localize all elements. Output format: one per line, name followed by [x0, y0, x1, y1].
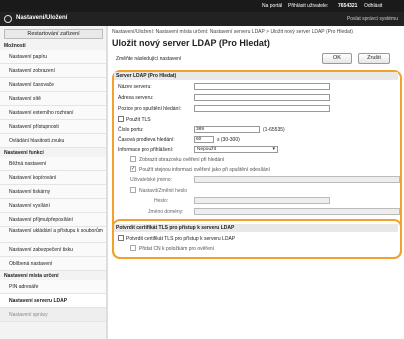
confirm-screen-label: Zobrazit obrazovku ověření při hledání [139, 157, 225, 163]
auth-select[interactable]: Nepoužít ▾ [194, 146, 278, 153]
user-id: 7654321 [338, 3, 358, 9]
sidebar-item-printer[interactable]: Nastavení tiskárny [0, 185, 107, 199]
port-input[interactable]: 389 [194, 126, 260, 133]
chevron-down-icon: ▾ [272, 146, 275, 152]
sidebar: Restartování zařízení Možnosti Nastavení… [0, 26, 108, 339]
section-cert: Potvrdit certifikát TLS pro přístup k se… [114, 224, 398, 232]
sidebar-item-pin[interactable]: PIN adresáře [0, 280, 107, 294]
add-cn-label: Přidat CN k položkám pro ověření [139, 246, 215, 252]
top-bar: Na portál Přihlásit uživatele: 7654321 O… [0, 0, 404, 12]
sidebar-item-secure-print[interactable]: Nastavení zabezpečení tisku [0, 243, 107, 257]
sidebar-item-receive-forward[interactable]: Nastavení příjmu/přeposílání [0, 213, 107, 227]
sidebar-item-common[interactable]: Běžná nastavení [0, 157, 107, 171]
domain-input[interactable] [194, 208, 400, 215]
server-name-input[interactable] [194, 83, 330, 90]
add-cn-checkbox[interactable] [130, 245, 136, 251]
settings-logo-icon [4, 15, 12, 23]
server-address-input[interactable] [194, 94, 330, 101]
sidebar-item-accessibility[interactable]: Nastavení přístupnosti [0, 120, 107, 134]
section-ldap-server: Server LDAP (Pro Hledat) [114, 72, 398, 80]
sidebar-item-display[interactable]: Nastavení zobrazení [0, 64, 107, 78]
auth-select-value: Nepoužít [197, 147, 217, 152]
sidebar-item-paper[interactable]: Nastavení papíru [0, 50, 107, 64]
search-start-label: Pozice pro spuštění hledání: [118, 106, 182, 112]
sidebar-item-store-access[interactable]: Nastavení ukládání a přístupu k souborům [0, 227, 107, 243]
app-title: Nastavení/Uložení [16, 15, 68, 21]
server-name-label: Název serveru: [118, 84, 152, 90]
logout-link[interactable]: Odhlásit [364, 3, 382, 9]
portal-link[interactable]: Na portál [262, 3, 282, 9]
set-password-checkbox[interactable] [130, 187, 136, 193]
sidebar-item-ldap[interactable]: Nastavení serveru LDAP [0, 294, 107, 308]
cancel-button[interactable]: Zrušit [358, 53, 390, 64]
hint-text: Změňte následující nastavení [116, 56, 182, 62]
timeout-label: Časová prodleva hledání: [118, 137, 175, 143]
sidebar-item-favorites[interactable]: Oblíbená nastavení [0, 257, 107, 271]
sidebar-item-timer[interactable]: Nastavení časovače [0, 78, 107, 92]
port-range: (1-65535) [263, 127, 285, 133]
sidebar-scrollbar[interactable] [106, 26, 108, 339]
login-label: Přihlásit uživatele: [288, 3, 329, 9]
password-input[interactable] [194, 197, 330, 204]
sidebar-item-external-interface[interactable]: Nastavení externího rozhraní [0, 106, 107, 120]
username-label: Uživatelské jméno: [130, 177, 172, 183]
confirm-tls-cert-label: Potvrdit certifikát TLS pro přístup k se… [126, 236, 236, 242]
auth-label: Informace pro přihlášení: [118, 147, 174, 153]
port-label: Číslo portu: [118, 127, 144, 133]
sidebar-item-copy[interactable]: Nastavení kopírování [0, 171, 107, 185]
server-address-label: Adresa serveru: [118, 95, 154, 101]
section-preferences: Možnosti [4, 43, 26, 49]
use-tls-label: Použít TLS [126, 117, 151, 123]
sidebar-item-network[interactable]: Nastavení sítě [0, 92, 107, 106]
sidebar-item-management[interactable]: Nastavení správy [0, 308, 107, 322]
mail-admin-link[interactable]: Poslat správci systému [347, 16, 398, 22]
page-title: Uložit nový server LDAP (Pro Hledat) [112, 38, 270, 48]
set-password-label: Nastavit/Změnit heslo [139, 188, 188, 194]
confirm-tls-cert-checkbox[interactable] [118, 235, 124, 241]
timeout-unit: s (30-300) [217, 137, 240, 143]
timeout-input[interactable]: 60 [194, 136, 214, 143]
restart-device-button[interactable]: Restartování zařízení [4, 29, 103, 39]
main-panel: Nastavení/Uložení: Nastavení místa určen… [112, 26, 404, 339]
breadcrumb: Nastavení/Uložení: Nastavení místa určen… [112, 29, 353, 35]
use-same-auth-label: Použít stejnou informaci ověření jako př… [139, 167, 270, 173]
domain-label: Jméno domény: [148, 209, 184, 215]
sidebar-item-volume[interactable]: Ovládání hlasitosti zvuku [0, 134, 107, 148]
search-start-input[interactable] [194, 105, 330, 112]
use-same-auth-checkbox[interactable]: ✓ [130, 166, 136, 172]
header: Nastavení/Uložení Poslat správci systému [0, 12, 404, 26]
use-tls-checkbox[interactable] [118, 116, 124, 122]
section-destination: Nastavení místa určení [4, 273, 59, 279]
password-label: Heslo: [154, 198, 169, 204]
sidebar-item-send[interactable]: Nastavení vysílání [0, 199, 107, 213]
section-function-settings: Nastavení funkcí [4, 150, 44, 156]
ok-button[interactable]: OK [322, 53, 352, 64]
confirm-screen-checkbox[interactable] [130, 156, 136, 162]
username-input[interactable] [194, 176, 400, 183]
